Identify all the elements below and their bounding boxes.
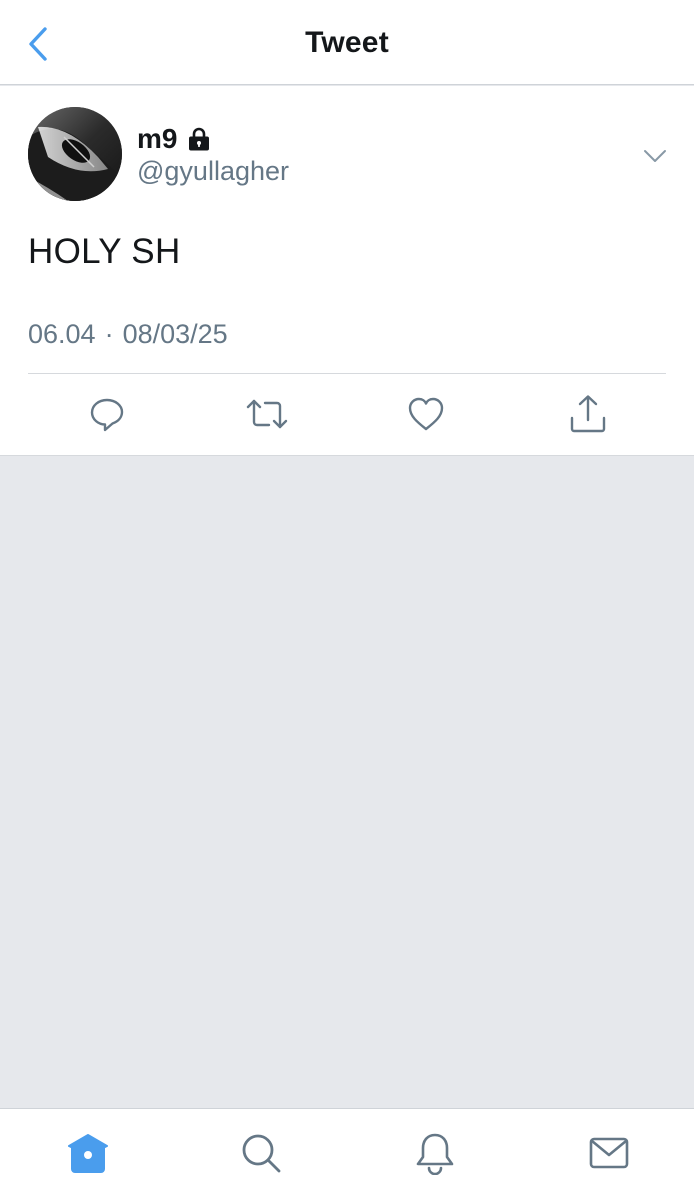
avatar-image — [28, 107, 122, 201]
home-icon — [68, 1134, 108, 1173]
tab-home[interactable] — [64, 1129, 112, 1177]
tweet-date: 08/03/25 — [122, 319, 228, 349]
retweet-icon — [246, 399, 288, 429]
tweet-detail: m9 @gyullagher HOLY SH 06.04 · 08/03/25 — [0, 86, 694, 456]
tweet-options-button[interactable] — [640, 144, 670, 168]
heart-icon — [408, 397, 444, 431]
retweet-button[interactable] — [245, 392, 289, 436]
tweet-timestamp: 06.04 · 08/03/25 — [28, 319, 228, 350]
tab-search[interactable] — [237, 1129, 285, 1177]
reply-button[interactable] — [85, 392, 129, 436]
app: Tweet m9 @gyullagher HOLY SH 06.04 · 08/… — [0, 0, 694, 1200]
divider — [28, 373, 666, 374]
tweet-time: 06.04 — [28, 319, 96, 349]
lock-icon — [186, 126, 212, 152]
share-button[interactable] — [566, 392, 610, 436]
like-button[interactable] — [404, 392, 448, 436]
tab-messages[interactable] — [585, 1129, 633, 1177]
share-icon — [570, 395, 606, 433]
display-name[interactable]: m9 — [137, 123, 177, 155]
chevron-down-icon — [644, 150, 666, 162]
bottom-tab-bar — [0, 1108, 694, 1200]
mail-icon — [589, 1137, 629, 1169]
tab-notifications[interactable] — [411, 1129, 459, 1177]
tweet-text: HOLY SH — [28, 232, 181, 271]
search-icon — [242, 1134, 281, 1173]
page-title: Tweet — [305, 26, 389, 59]
timestamp-separator: · — [104, 319, 114, 349]
user-handle[interactable]: @gyullagher — [137, 156, 289, 187]
bell-icon — [416, 1133, 454, 1175]
avatar[interactable] — [28, 107, 122, 201]
reply-icon — [90, 398, 124, 432]
author-name-row: m9 — [137, 122, 212, 156]
top-nav-bar: Tweet — [0, 0, 694, 85]
